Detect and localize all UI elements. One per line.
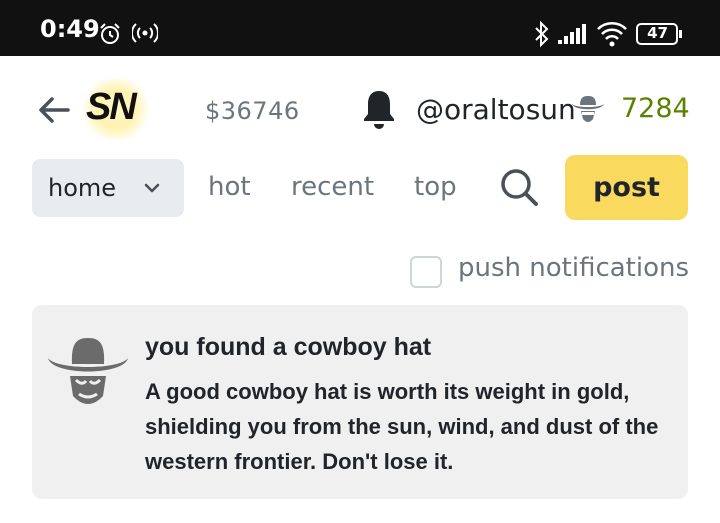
search-icon[interactable]	[498, 166, 540, 208]
logo-text[interactable]: SN	[86, 86, 137, 129]
post-button-label: post	[593, 172, 660, 203]
status-time: 0:49	[40, 15, 100, 43]
back-arrow-icon[interactable]	[34, 90, 74, 130]
nav-link-hot[interactable]: hot	[208, 172, 251, 202]
chevron-down-icon[interactable]	[142, 180, 162, 196]
alarm-icon	[100, 23, 120, 44]
nav-link-recent[interactable]: recent	[291, 172, 374, 202]
btc-price[interactable]: $36746	[205, 97, 300, 125]
nav-link-top[interactable]: top	[414, 172, 457, 202]
cowboy-hat-icon	[572, 96, 604, 122]
signal-icon	[558, 24, 586, 44]
bell-icon[interactable]	[360, 88, 398, 130]
notification-body: A good cowboy hat is worth its weight in…	[145, 379, 659, 474]
push-notifications-checkbox[interactable]	[410, 256, 442, 288]
notification-title: you found a cowboy hat	[145, 333, 432, 361]
cowboy-icon	[48, 338, 128, 404]
status-bar: 0:49 47	[0, 0, 720, 56]
push-notifications-label[interactable]: push notifications	[458, 253, 689, 283]
bluetooth-icon	[535, 20, 549, 48]
wifi-icon	[597, 22, 627, 47]
battery-level: 47	[647, 24, 668, 42]
username-link[interactable]: @oraltosun	[416, 93, 576, 126]
sats-balance[interactable]: 7284	[621, 93, 690, 124]
home-select-label[interactable]: home	[48, 174, 116, 202]
hotspot-icon	[132, 23, 158, 43]
post-button[interactable]: post	[565, 155, 688, 220]
